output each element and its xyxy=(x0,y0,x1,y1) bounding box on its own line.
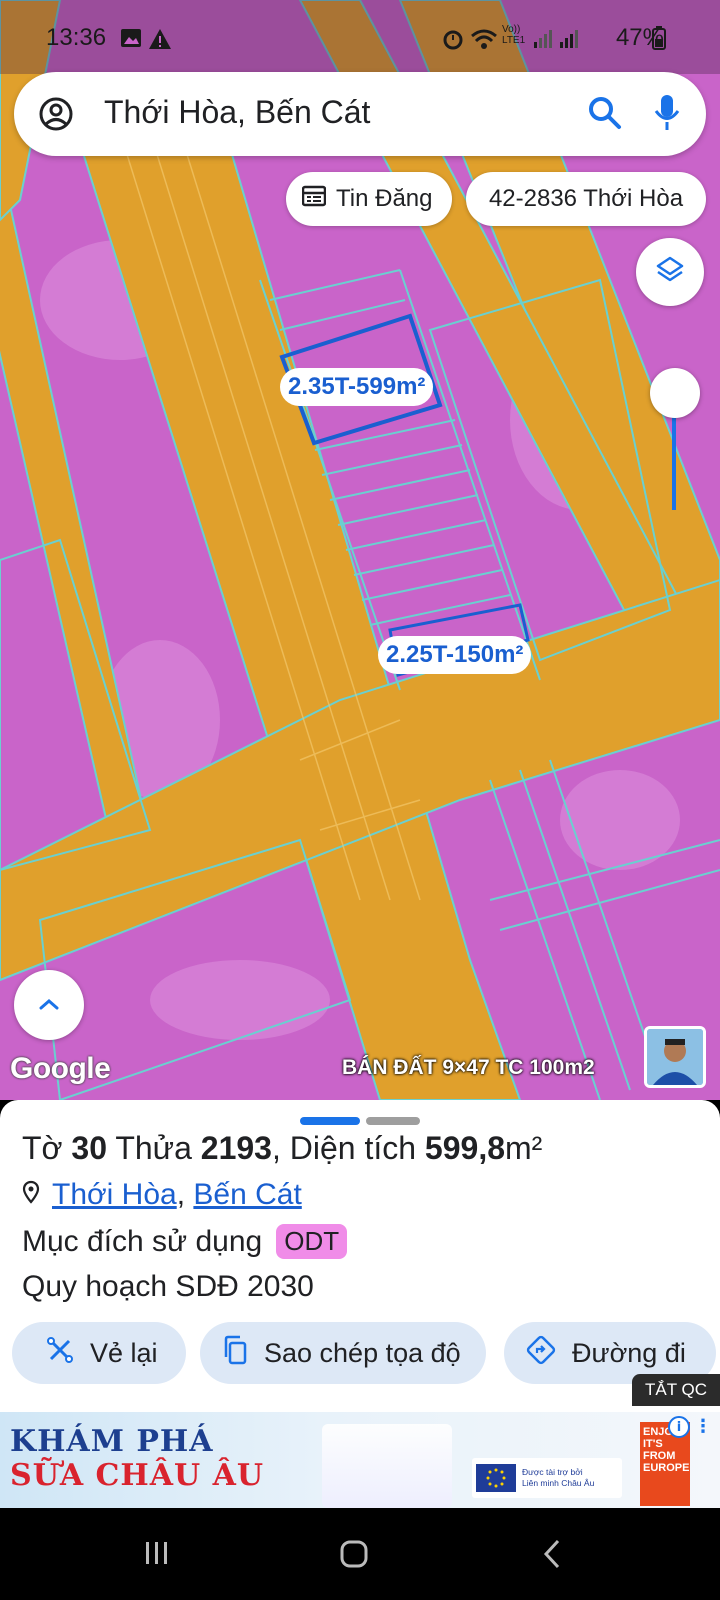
directions-icon xyxy=(526,1335,556,1372)
status-time: 13:36 xyxy=(46,24,107,51)
plot-label-primary[interactable]: 2.35T-599m² xyxy=(280,368,434,406)
search-bar[interactable]: Thới Hòa, Bến Cát xyxy=(14,72,706,156)
opacity-slider-thumb[interactable] xyxy=(650,368,700,418)
parcel-chip[interactable]: 42-2836 Thới Hòa xyxy=(466,172,706,226)
redraw-button[interactable]: Vẻ lại xyxy=(12,1322,186,1384)
eu-flag-icon xyxy=(476,1464,516,1492)
battery-icon xyxy=(652,26,666,54)
planning-label[interactable]: Quy hoạch SDĐ 2030 xyxy=(22,1270,314,1304)
ad-sponsor-line-1: Được tài trợ bởi xyxy=(522,1467,583,1477)
location-pin-icon xyxy=(22,1178,40,1212)
signal-2-icon xyxy=(558,28,580,54)
calendar-list-icon xyxy=(301,185,327,214)
map-canvas[interactable] xyxy=(0,0,720,1100)
account-icon[interactable] xyxy=(38,96,74,136)
back-icon[interactable] xyxy=(540,1538,564,1574)
location-row: Thới Hòa, Bến Cát xyxy=(22,1178,302,1212)
redraw-icon xyxy=(46,1336,74,1371)
google-logo: Google xyxy=(10,1052,111,1085)
map-view[interactable]: 13:36 Vo)) LTE1 47% Thới Hòa, Bến Cát Ti… xyxy=(0,0,720,1100)
milk-image xyxy=(322,1424,452,1508)
location-ward-link[interactable]: Thới Hòa xyxy=(52,1178,177,1212)
listing-overlay-text[interactable]: BÁN ĐẤT 9×47 TC 100m2 xyxy=(342,1056,595,1080)
parcel-chip-label: 42-2836 Thới Hòa xyxy=(488,185,684,212)
ad-headline-1: KHÁM PHÁ xyxy=(10,1424,214,1459)
search-query[interactable]: Thới Hòa, Bến Cát xyxy=(104,94,370,131)
copy-coordinates-button[interactable]: Sao chép tọa độ xyxy=(200,1322,486,1384)
parcel-title: Tờ 30 Thửa 2193, Diện tích 599,8m² xyxy=(22,1130,543,1166)
sheet-pager xyxy=(300,1110,426,1129)
mic-icon[interactable] xyxy=(654,94,680,136)
listings-chip[interactable]: Tin Đăng xyxy=(286,172,452,226)
copy-icon xyxy=(222,1335,248,1372)
land-use-row: Mục đích sử dụng ODT xyxy=(22,1224,348,1259)
hide-ads-button[interactable]: TẮT QC xyxy=(632,1374,720,1406)
system-nav-bar xyxy=(0,1508,720,1600)
warning-icon xyxy=(148,28,172,54)
land-use-label: Mục đích sử dụng xyxy=(22,1224,263,1258)
image-notification-icon xyxy=(120,28,142,52)
wifi-icon xyxy=(470,28,498,54)
ad-more-icon[interactable]: ⋮ xyxy=(694,1416,712,1437)
volte-indicator: Vo)) LTE1 xyxy=(502,24,526,46)
location-district-link[interactable]: Bến Cát xyxy=(193,1178,301,1212)
ad-banner[interactable]: KHÁM PHÁ SỮA CHÂU ÂU Được tài trợ bởi Li… xyxy=(0,1412,720,1508)
ad-info-icon[interactable]: i xyxy=(668,1416,690,1438)
parcel-info-sheet[interactable]: Tờ 30 Thửa 2193, Diện tích 599,8m² Thới … xyxy=(0,1100,720,1430)
layers-button[interactable] xyxy=(636,238,704,306)
recent-apps-icon[interactable] xyxy=(142,1538,172,1572)
ad-headline-2: SỮA CHÂU ÂU xyxy=(10,1458,265,1493)
eu-sponsor-box: Được tài trợ bởi Liên minh Châu Âu xyxy=(472,1458,622,1498)
avatar[interactable] xyxy=(644,1026,706,1088)
search-icon[interactable] xyxy=(588,96,622,134)
ad-sponsor-line-2: Liên minh Châu Âu xyxy=(522,1478,595,1488)
listings-chip-label: Tin Đăng xyxy=(336,185,433,212)
chevron-up-icon xyxy=(38,996,60,1015)
plot-label-secondary[interactable]: 2.25T-150m² xyxy=(378,636,532,674)
land-use-badge: ODT xyxy=(276,1224,348,1259)
layers-icon xyxy=(655,255,685,289)
signal-1-icon xyxy=(532,28,554,54)
collapse-button[interactable] xyxy=(14,970,84,1040)
home-icon[interactable] xyxy=(338,1538,370,1574)
alarm-icon xyxy=(442,28,464,54)
status-bar: 13:36 Vo)) LTE1 47% xyxy=(0,0,720,74)
